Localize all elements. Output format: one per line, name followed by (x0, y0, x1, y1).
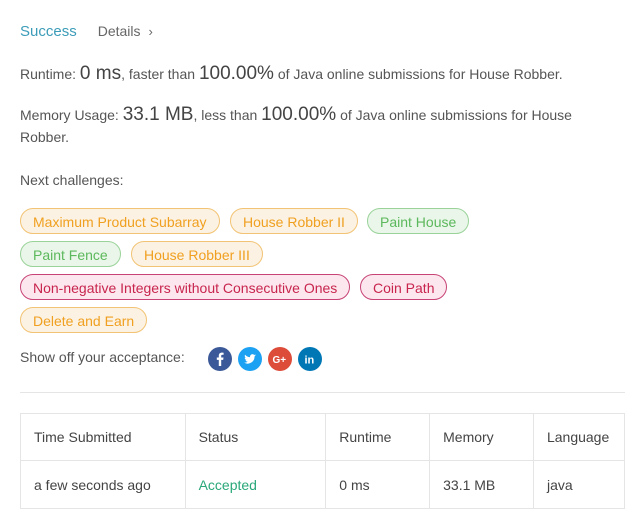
column-header-status: Status (184, 413, 327, 461)
details-label: Details (97, 23, 141, 39)
facebook-icon[interactable] (208, 347, 232, 371)
cell-status: Accepted (184, 460, 327, 509)
divider (20, 392, 625, 393)
runtime-summary: Runtime: 0 ms, faster than 100.00% of Ja… (20, 61, 620, 87)
result-status: Success (20, 23, 77, 40)
challenge-tag[interactable]: Coin Path (360, 274, 448, 300)
challenge-tag[interactable]: Non-negative Integers without Consecutiv… (20, 274, 351, 300)
result-header: Success Details › (20, 23, 153, 40)
details-link[interactable]: Details › (98, 23, 153, 39)
google-plus-icon[interactable]: G+ (268, 347, 292, 371)
submissions-table: Time Submitted Status Runtime Memory Lan… (20, 413, 626, 509)
svg-text:in: in (305, 355, 315, 367)
memory-mid: , less than (193, 107, 262, 123)
cell-language: java (532, 460, 626, 509)
runtime-percent: 100.00% (198, 63, 274, 84)
memory-percent: 100.00% (261, 104, 337, 125)
twitter-icon[interactable] (238, 347, 262, 371)
share-label: Show off your acceptance: (20, 349, 185, 365)
accepted-link[interactable]: Accepted (199, 477, 257, 493)
challenge-tag[interactable]: House Robber III (131, 241, 263, 267)
linkedin-icon[interactable]: in (298, 347, 322, 371)
runtime-mid: , faster than (121, 66, 199, 82)
cell-memory: 33.1 MB (429, 460, 534, 509)
table-row: a few seconds ago Accepted 0 ms 33.1 MB … (20, 460, 626, 509)
memory-value: 33.1 MB (122, 104, 194, 125)
column-header-time: Time Submitted (20, 413, 186, 461)
runtime-suffix: of Java online submissions for House Rob… (273, 66, 563, 82)
table-header-row: Time Submitted Status Runtime Memory Lan… (20, 413, 626, 461)
column-header-memory: Memory (429, 413, 534, 461)
cell-time: a few seconds ago (20, 460, 186, 509)
svg-text:G+: G+ (273, 355, 287, 366)
chevron-right-icon: › (148, 23, 153, 39)
memory-summary: Memory Usage: 33.1 MB, less than 100.00%… (20, 104, 620, 148)
next-challenges-title: Next challenges: (20, 172, 124, 188)
challenge-tag[interactable]: Paint House (367, 208, 470, 234)
runtime-prefix: Runtime: (20, 66, 80, 82)
challenge-tag[interactable]: Delete and Earn (20, 307, 148, 333)
cell-runtime: 0 ms (325, 460, 431, 509)
memory-prefix: Memory Usage: (20, 107, 123, 123)
runtime-value: 0 ms (79, 63, 122, 84)
column-header-runtime: Runtime (325, 413, 431, 461)
challenge-tag[interactable]: Maximum Product Subarray (20, 208, 220, 234)
challenge-tag[interactable]: House Robber II (230, 208, 358, 234)
column-header-language: Language (532, 413, 626, 461)
challenge-tag[interactable]: Paint Fence (20, 241, 121, 267)
